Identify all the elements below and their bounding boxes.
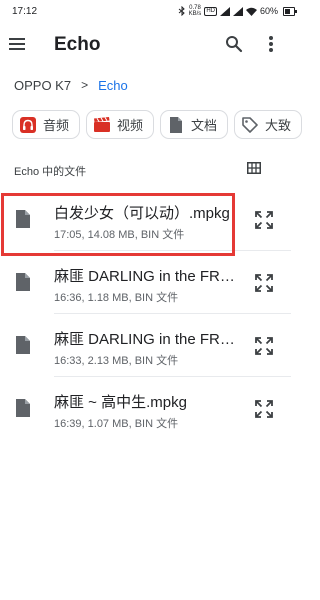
breadcrumb-current[interactable]: Echo xyxy=(98,78,128,93)
file-icon xyxy=(16,210,30,228)
menu-icon[interactable] xyxy=(9,38,25,50)
expand-icon[interactable] xyxy=(254,399,274,419)
file-row[interactable]: 麻匪 DARLING in the FRANXX.mpkg 16:36, 1.1… xyxy=(0,251,303,314)
tag-icon xyxy=(241,116,259,134)
file-name: 麻匪 ~ 高中生.mpkg xyxy=(54,394,187,411)
file-row[interactable]: 白发少女（可以动）.mpkg 17:05, 14.08 MB, BIN 文件 xyxy=(0,188,303,251)
category-chips: 音频 视频 文档 大致 xyxy=(12,110,303,140)
chip-label: 视频 xyxy=(117,118,144,133)
status-time: 17:12 xyxy=(12,5,38,17)
expand-icon[interactable] xyxy=(254,273,274,293)
more-options-icon[interactable] xyxy=(264,35,278,53)
file-name: 白发少女（可以动）.mpkg xyxy=(54,205,230,222)
hd-badge: HD xyxy=(204,6,217,16)
clapperboard-icon xyxy=(93,116,111,134)
signal-icon xyxy=(219,6,230,16)
chip-documents[interactable]: 文档 xyxy=(160,110,229,139)
signal-2-icon xyxy=(232,6,243,16)
chip-label: 文档 xyxy=(191,118,218,133)
file-name: 麻匪 DARLING in the FRANXX.mpkg xyxy=(54,331,239,348)
network-speed: 0.78 KB/s xyxy=(188,5,202,17)
file-meta: 16:36, 1.18 MB, BIN 文件 xyxy=(54,292,179,304)
file-row[interactable]: 麻匪 DARLING in the FRANXX.mpkg 16:33, 2.1… xyxy=(0,314,303,377)
file-icon xyxy=(16,336,30,354)
section-header: Echo 中的文件 xyxy=(14,166,87,178)
wifi-icon xyxy=(245,7,257,16)
bluetooth-icon xyxy=(178,6,185,16)
chip-large[interactable]: 大致 xyxy=(234,110,303,139)
file-meta: 17:05, 14.08 MB, BIN 文件 xyxy=(54,229,185,241)
chip-audio[interactable]: 音频 xyxy=(12,110,81,139)
expand-icon[interactable] xyxy=(254,336,274,356)
app-bar: Echo xyxy=(0,24,303,66)
headphones-icon xyxy=(19,116,37,134)
breadcrumb-root[interactable]: OPPO K7 xyxy=(14,78,71,93)
file-list: 白发少女（可以动）.mpkg 17:05, 14.08 MB, BIN 文件 麻… xyxy=(0,188,303,440)
file-meta: 16:39, 1.07 MB, BIN 文件 xyxy=(54,418,179,430)
file-icon xyxy=(16,399,30,417)
file-icon xyxy=(16,273,30,291)
file-name: 麻匪 DARLING in the FRANXX.mpkg xyxy=(54,268,239,285)
breadcrumb: OPPO K7 > Echo xyxy=(14,77,128,93)
grid-view-icon[interactable] xyxy=(247,162,261,174)
file-meta: 16:33, 2.13 MB, BIN 文件 xyxy=(54,355,179,367)
document-icon xyxy=(167,116,185,134)
battery-percent: 60% xyxy=(259,6,278,16)
file-row[interactable]: 麻匪 ~ 高中生.mpkg 16:39, 1.07 MB, BIN 文件 xyxy=(0,377,303,440)
chip-label: 大致 xyxy=(265,118,292,133)
status-icons: 0.78 KB/s HD 60% xyxy=(178,5,297,17)
battery-icon xyxy=(283,6,297,16)
breadcrumb-separator: > xyxy=(81,78,89,92)
search-icon[interactable] xyxy=(225,35,243,53)
chip-video[interactable]: 视频 xyxy=(86,110,155,139)
status-bar: 17:12 0.78 KB/s HD 60% xyxy=(0,0,303,22)
chip-label: 音频 xyxy=(43,118,70,133)
expand-icon[interactable] xyxy=(254,210,274,230)
page-title: Echo xyxy=(54,34,101,55)
